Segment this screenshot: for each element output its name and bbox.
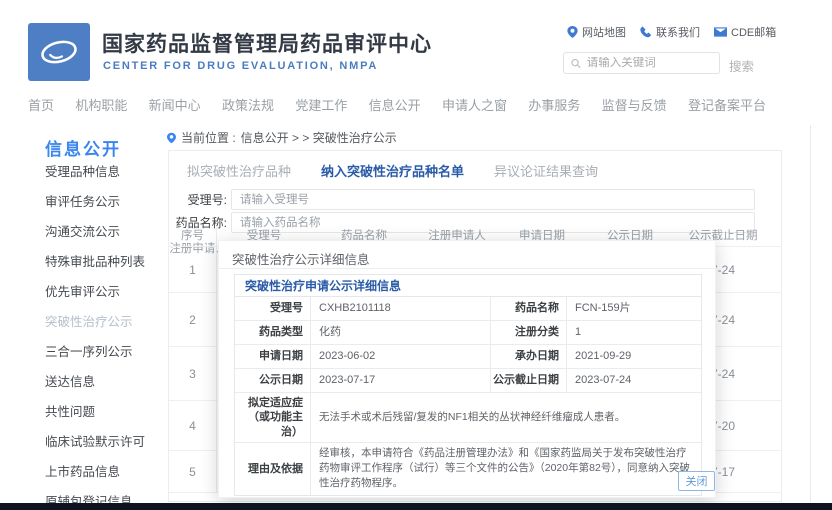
search-input[interactable] (587, 57, 712, 69)
breadcrumb-pin-icon (167, 132, 176, 144)
search-icon (571, 58, 581, 69)
nav-item-org[interactable]: 机构职能 (75, 95, 127, 114)
row-index: 2 (169, 293, 216, 346)
field-label: 理由及依据 (235, 443, 311, 495)
field-label: 承办日期 (491, 345, 567, 368)
sidebar-item-delivery-info[interactable]: 送达信息 (45, 367, 165, 397)
header-quick-links: 网站地图 联系我们 CDE邮箱 (567, 24, 776, 40)
contact-link[interactable]: 联系我们 (640, 24, 700, 40)
detail-row-rationale: 理由及依据 经审核，本申请符合《药品注册管理办法》和《国家药监局关于发布突破性治… (235, 443, 701, 495)
header-search (563, 52, 720, 74)
detail-row-type: 药品类型 化药 注册分类 1 (235, 321, 701, 345)
field-label: 公示截止日期 (491, 369, 567, 392)
field-label: 公示日期 (235, 369, 311, 392)
field-label: 受理号 (235, 297, 311, 320)
field-value: 2021-09-29 (567, 345, 701, 368)
row-index: 4 (169, 401, 216, 450)
field-label: 申请日期 (235, 345, 311, 368)
sidebar-item-accepted-varieties[interactable]: 受理品种信息 (45, 157, 165, 187)
sidebar-item-clinical-trial[interactable]: 临床试验默示许可 (45, 427, 165, 457)
contact-link-label: 联系我们 (656, 24, 700, 40)
acceptance-no-input[interactable] (231, 189, 755, 210)
nav-item-party[interactable]: 党建工作 (295, 95, 347, 114)
cde-mail-link[interactable]: CDE邮箱 (714, 24, 776, 40)
close-button[interactable]: 关闭 (678, 471, 715, 491)
field-label: 注册分类 (491, 321, 567, 344)
cde-logo-icon[interactable] (28, 23, 90, 81)
modal-section-title: 突破性治疗申请公示详细信息 (235, 275, 701, 297)
field-label: 药品类型 (235, 321, 311, 344)
modal-title-divider (219, 268, 715, 269)
detail-table: 突破性治疗申请公示详细信息 受理号 CXHB2101118 药品名称 FCN-1… (234, 274, 702, 496)
nav-item-registry[interactable]: 登记备案平台 (688, 95, 766, 114)
nav-item-info[interactable]: 信息公开 (369, 95, 421, 114)
breadcrumb-prefix: 当前位置 : (181, 129, 236, 146)
sidebar-menu: 受理品种信息 审评任务公示 沟通交流公示 特殊审批品种列表 优先审评公示 突破性… (45, 157, 165, 510)
site-subtitle: CENTER FOR DRUG EVALUATION, NMPA (103, 60, 378, 72)
tab-included-breakthrough-list[interactable]: 纳入突破性治疗品种名单 (321, 161, 464, 180)
row-index: 3 (169, 347, 216, 400)
tab-proposed-breakthrough[interactable]: 拟突破性治疗品种 (187, 161, 291, 180)
breakthrough-detail-modal: 突破性治疗公示详细信息 突破性治疗申请公示详细信息 受理号 CXHB210111… (218, 240, 716, 498)
tab-bar: 拟突破性治疗品种 纳入突破性治疗品种名单 异议论证结果查询 (187, 161, 598, 180)
footer-bar (0, 503, 832, 510)
sidebar-item-breakthrough-therapy[interactable]: 突破性治疗公示 (45, 307, 165, 337)
mail-icon (714, 27, 727, 37)
field-value: 经审核，本申请符合《药品注册管理办法》和《国家药监局关于发布突破性治疗药物审评工… (311, 443, 701, 495)
cde-mail-link-label: CDE邮箱 (731, 24, 776, 40)
sidebar-item-review-tasks[interactable]: 审评任务公示 (45, 187, 165, 217)
acceptance-no-label: 受理号: (169, 191, 227, 208)
search-button[interactable]: 搜索 (729, 56, 754, 75)
field-value: FCN-159片 (567, 297, 701, 320)
nav-item-applicant[interactable]: 申请人之窗 (442, 95, 507, 114)
field-value: CXHB2101118 (311, 297, 491, 320)
field-value: 2023-07-17 (311, 369, 491, 392)
breadcrumb: 当前位置 : 信息公开 > > 突破性治疗公示 (167, 129, 397, 146)
modal-title: 突破性治疗公示详细信息 (232, 249, 370, 268)
main-nav: 首页 机构职能 新闻中心 政策法规 党建工作 信息公开 申请人之窗 办事服务 监… (28, 95, 766, 114)
detail-row-indication: 拟定适应症（或功能主治） 无法手术或术后残留/复发的NF1相关的丛状神经纤维瘤成… (235, 393, 701, 443)
field-value: 2023-07-24 (567, 369, 701, 392)
tab-objection-results[interactable]: 异议论证结果查询 (494, 161, 598, 180)
field-value: 2023-06-02 (311, 345, 491, 368)
nav-item-home[interactable]: 首页 (28, 95, 54, 114)
sidebar-item-marketed-drugs[interactable]: 上市药品信息 (45, 457, 165, 487)
site-title: 国家药品监督管理局药品审评中心 (102, 28, 432, 58)
row-index: 5 (169, 451, 216, 492)
sidebar-item-communication[interactable]: 沟通交流公示 (45, 217, 165, 247)
nav-item-services[interactable]: 办事服务 (528, 95, 580, 114)
nav-item-news[interactable]: 新闻中心 (149, 95, 201, 114)
sitemap-link-label: 网站地图 (582, 24, 626, 40)
filter-row-acceptance-no: 受理号: (169, 189, 755, 210)
detail-row-acceptance: 受理号 CXHB2101118 药品名称 FCN-159片 (235, 297, 701, 321)
sidebar-item-special-approval[interactable]: 特殊审批品种列表 (45, 247, 165, 277)
field-value: 化药 (311, 321, 491, 344)
phone-icon (640, 26, 652, 38)
sidebar-item-common-issues[interactable]: 共性问题 (45, 397, 165, 427)
page: 国家药品监督管理局药品审评中心 CENTER FOR DRUG EVALUATI… (0, 0, 832, 510)
field-value: 1 (567, 321, 701, 344)
sitemap-link[interactable]: 网站地图 (567, 24, 626, 40)
location-pin-icon (567, 26, 578, 38)
field-label: 药品名称 (491, 297, 567, 320)
row-index: 1 (169, 247, 216, 292)
sidebar-item-priority-review[interactable]: 优先审评公示 (45, 277, 165, 307)
content-right-divider (810, 125, 811, 502)
detail-row-publicity-date: 公示日期 2023-07-17 公示截止日期 2023-07-24 (235, 369, 701, 393)
breadcrumb-path: 信息公开 > > 突破性治疗公示 (241, 129, 397, 146)
logo-swoosh-icon (35, 30, 83, 74)
nav-item-policy[interactable]: 政策法规 (222, 95, 274, 114)
field-value: 无法手术或术后残留/复发的NF1相关的丛状神经纤维瘤成人患者。 (311, 393, 701, 442)
nav-item-supervision[interactable]: 监督与反馈 (602, 95, 667, 114)
sidebar-item-three-in-one[interactable]: 三合一序列公示 (45, 337, 165, 367)
field-label: 拟定适应症（或功能主治） (235, 393, 311, 442)
detail-row-apply-date: 申请日期 2023-06-02 承办日期 2021-09-29 (235, 345, 701, 369)
